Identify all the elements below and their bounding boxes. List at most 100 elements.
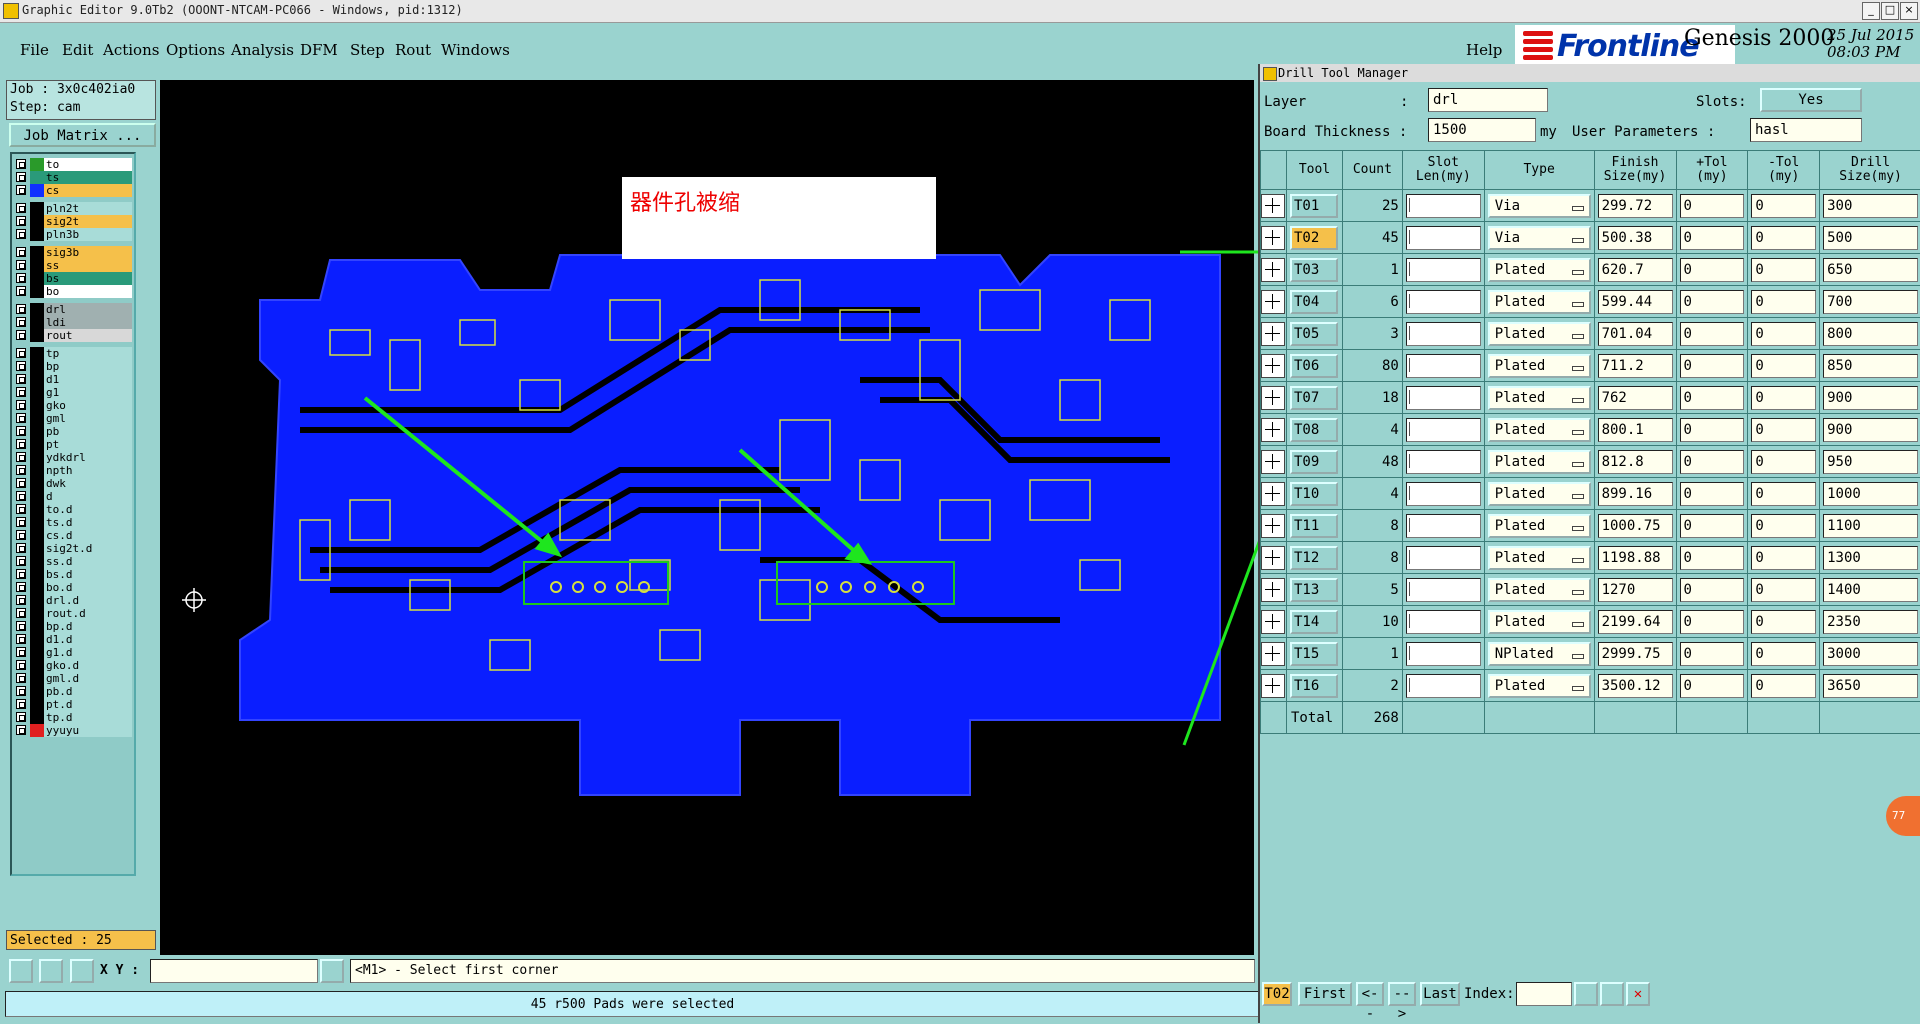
plus-tol-input[interactable]: 0 [1680, 386, 1745, 410]
expand-icon[interactable] [1261, 194, 1285, 218]
layer-row[interactable]: gko.d [14, 659, 132, 672]
minus-tol-input[interactable]: 0 [1751, 546, 1816, 570]
slot-len-input[interactable] [1406, 578, 1481, 602]
slot-len-input[interactable] [1406, 322, 1481, 346]
drill-size-input[interactable]: 900 [1823, 418, 1918, 442]
layer-row[interactable]: gml [14, 412, 132, 425]
grid-tool-icon[interactable] [1600, 982, 1624, 1006]
tool-row[interactable]: T0718Plated76200900 [1261, 382, 1920, 414]
layer-checkbox[interactable] [16, 439, 26, 449]
layer-checkbox[interactable] [16, 517, 26, 527]
layer-name[interactable]: ldi [44, 316, 132, 329]
menu-windows[interactable]: Windows [441, 41, 510, 59]
plus-tol-input[interactable]: 0 [1680, 642, 1745, 666]
layer-checkbox[interactable] [16, 491, 26, 501]
layer-name[interactable]: cs [44, 184, 132, 197]
plus-tol-input[interactable]: 0 [1680, 226, 1745, 250]
layer-row[interactable]: pb [14, 425, 132, 438]
layer-row[interactable]: rout.d [14, 607, 132, 620]
tool-row[interactable]: T0125Via299.7200300 [1261, 190, 1920, 222]
layer-row[interactable]: ts [14, 171, 132, 184]
layer-name[interactable]: ts.d [44, 516, 132, 529]
layer-row[interactable]: bs.d [14, 568, 132, 581]
tool-row[interactable]: T162Plated3500.12003650 [1261, 670, 1920, 702]
menu-edit[interactable]: Edit [62, 41, 93, 59]
tool-button[interactable]: T04 [1290, 290, 1338, 314]
expand-icon[interactable] [1261, 674, 1285, 698]
type-select[interactable]: Plated [1488, 290, 1591, 314]
layer-name[interactable]: pln3b [44, 228, 132, 241]
layer-checkbox[interactable] [16, 673, 26, 683]
slot-len-input[interactable] [1406, 482, 1481, 506]
type-select[interactable]: Via [1488, 226, 1591, 250]
layer-row[interactable]: bp [14, 360, 132, 373]
layer-checkbox[interactable] [16, 712, 26, 722]
type-select[interactable]: Plated [1488, 546, 1591, 570]
drill-size-input[interactable]: 1100 [1823, 514, 1918, 538]
tool-row[interactable]: T151NPlated2999.75003000 [1261, 638, 1920, 670]
layer-name[interactable]: to [44, 158, 132, 171]
layer-row[interactable]: pb.d [14, 685, 132, 698]
layer-row[interactable]: drl [14, 303, 132, 316]
expand-icon[interactable] [1261, 386, 1285, 410]
layer-checkbox[interactable] [16, 247, 26, 257]
tool-row[interactable]: T135Plated1270001400 [1261, 574, 1920, 606]
minus-tol-input[interactable]: 0 [1751, 610, 1816, 634]
expand-icon[interactable] [1261, 482, 1285, 506]
layer-checkbox[interactable] [16, 556, 26, 566]
minus-tol-input[interactable]: 0 [1751, 386, 1816, 410]
layer-row[interactable]: d1 [14, 373, 132, 386]
drill-size-input[interactable]: 650 [1823, 258, 1918, 282]
plus-tol-input[interactable]: 0 [1680, 354, 1745, 378]
slot-len-input[interactable] [1406, 418, 1481, 442]
finish-size-input[interactable]: 1270 [1598, 578, 1673, 602]
finish-size-input[interactable]: 701.04 [1598, 322, 1673, 346]
tool-row[interactable]: T118Plated1000.75001100 [1261, 510, 1920, 542]
layer-name[interactable]: g1 [44, 386, 132, 399]
layer-name[interactable]: ydkdrl [44, 451, 132, 464]
minus-tol-input[interactable]: 0 [1751, 578, 1816, 602]
notification-badge[interactable]: 77 [1886, 796, 1920, 836]
type-select[interactable]: NPlated [1488, 642, 1591, 666]
layer-name[interactable]: bp.d [44, 620, 132, 633]
layer-checkbox[interactable] [16, 504, 26, 514]
finish-size-input[interactable]: 762 [1598, 386, 1673, 410]
finish-size-input[interactable]: 2199.64 [1598, 610, 1673, 634]
next-button[interactable]: --> [1388, 982, 1416, 1006]
slot-len-input[interactable] [1406, 674, 1481, 698]
tool-button[interactable]: T03 [1290, 258, 1338, 282]
minus-tol-input[interactable]: 0 [1751, 226, 1816, 250]
layer-checkbox[interactable] [16, 400, 26, 410]
layer-checkbox[interactable] [16, 304, 26, 314]
layer-checkbox[interactable] [16, 203, 26, 213]
layer-name[interactable]: d1 [44, 373, 132, 386]
graphic-canvas[interactable]: 器件孔被缩 [160, 80, 1254, 955]
layer-checkbox[interactable] [16, 185, 26, 195]
layer-name[interactable]: pb [44, 425, 132, 438]
prev-button[interactable]: <-- [1356, 982, 1384, 1006]
tool-button[interactable]: T15 [1290, 642, 1338, 666]
layer-name[interactable]: sig2t.d [44, 542, 132, 555]
finish-size-input[interactable]: 899.16 [1598, 482, 1673, 506]
tool-row[interactable]: T104Plated899.16001000 [1261, 478, 1920, 510]
layer-name[interactable]: rout [44, 329, 132, 342]
layer-row[interactable]: sig2t [14, 215, 132, 228]
layer-row[interactable]: to [14, 158, 132, 171]
layer-name[interactable]: drl.d [44, 594, 132, 607]
layer-checkbox[interactable] [16, 621, 26, 631]
layer-row[interactable]: gml.d [14, 672, 132, 685]
layer-checkbox[interactable] [16, 699, 26, 709]
layer-row[interactable]: ydkdrl [14, 451, 132, 464]
tool-button[interactable]: T16 [1290, 674, 1338, 698]
measure-icon[interactable] [39, 959, 63, 983]
drill-size-input[interactable]: 1300 [1823, 546, 1918, 570]
layer-checkbox[interactable] [16, 530, 26, 540]
layer-row[interactable]: yyuyu [14, 724, 132, 737]
layer-row[interactable]: bo [14, 285, 132, 298]
layer-checkbox[interactable] [16, 478, 26, 488]
job-matrix-button[interactable]: Job Matrix ... [9, 123, 156, 147]
expand-icon[interactable] [1261, 514, 1285, 538]
layer-name[interactable]: tp [44, 347, 132, 360]
layer-row[interactable]: pt [14, 438, 132, 451]
layer-checkbox[interactable] [16, 330, 26, 340]
